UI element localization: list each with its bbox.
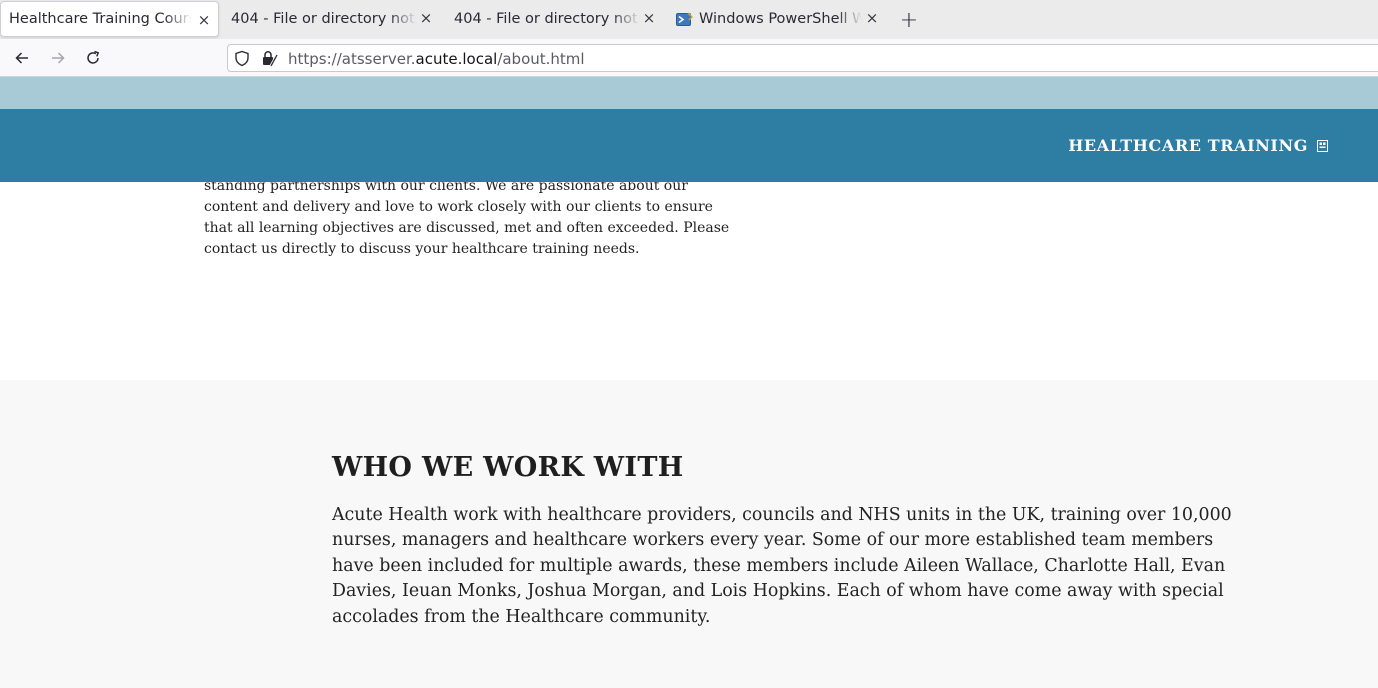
top-strip bbox=[0, 77, 1378, 109]
forward-button[interactable] bbox=[45, 46, 71, 70]
tab-title: Healthcare Training Cours bbox=[9, 11, 192, 27]
url-text[interactable]: https://atsserver.acute.local/about.html bbox=[288, 50, 585, 68]
new-tab-button[interactable]: + bbox=[897, 8, 921, 33]
reload-button[interactable] bbox=[80, 46, 106, 70]
tab-healthcare-training[interactable]: Healthcare Training Cours × bbox=[0, 1, 219, 37]
tab-title: 404 - File or directory not bbox=[454, 11, 638, 27]
shield-icon[interactable] bbox=[234, 50, 250, 67]
arrow-left-icon bbox=[15, 52, 28, 64]
close-icon[interactable]: × bbox=[640, 9, 658, 27]
section-body: Acute Health work with healthcare provid… bbox=[332, 505, 1232, 627]
who-we-work-with-section: WHO WE WORK WITH Acute Health work with … bbox=[0, 380, 1378, 688]
powershell-icon bbox=[676, 12, 693, 26]
lock-warning-icon[interactable] bbox=[261, 50, 278, 67]
reload-icon bbox=[87, 50, 100, 64]
site-header: HEALTHCARE TRAINING bbox=[0, 109, 1378, 182]
url-path: /about.html bbox=[497, 50, 585, 68]
tab-404-second[interactable]: 404 - File or directory not × bbox=[445, 0, 665, 38]
navigation-bar: https://atsserver.acute.local/about.html bbox=[0, 39, 1378, 77]
tab-windows-powershell[interactable]: Windows PowerShell W × bbox=[668, 0, 888, 38]
back-button[interactable] bbox=[9, 46, 35, 70]
menu-icon[interactable] bbox=[1317, 139, 1328, 152]
about-section: xxxxxxxxxxxxxxxxxxxxxxxxxxxxxxxxxxxxxxxx… bbox=[0, 182, 1378, 380]
close-icon[interactable]: × bbox=[417, 9, 435, 27]
close-icon[interactable]: × bbox=[195, 11, 213, 29]
tab-strip: Healthcare Training Cours × 404 - File o… bbox=[0, 0, 1378, 39]
close-icon[interactable]: × bbox=[863, 9, 881, 27]
about-text: standing partnerships with our clients. … bbox=[204, 182, 730, 257]
arrow-right-icon bbox=[52, 52, 65, 64]
url-domain: acute.local bbox=[415, 50, 498, 68]
tab-title: Windows PowerShell W bbox=[699, 11, 862, 27]
site-brand[interactable]: HEALTHCARE TRAINING bbox=[1068, 136, 1328, 155]
about-paragraph: xxxxxxxxxxxxxxxxxxxxxxxxxxxxxxxxxxxxxxxx… bbox=[204, 182, 734, 260]
address-bar[interactable]: https://atsserver.acute.local/about.html bbox=[227, 44, 1378, 72]
section-heading: WHO WE WORK WITH bbox=[332, 452, 684, 483]
brand-title: HEALTHCARE TRAINING bbox=[1068, 136, 1308, 155]
tab-404-first[interactable]: 404 - File or directory not × bbox=[222, 0, 442, 38]
url-prefix: https://atsserver. bbox=[288, 50, 416, 68]
tab-title: 404 - File or directory not bbox=[231, 11, 415, 27]
